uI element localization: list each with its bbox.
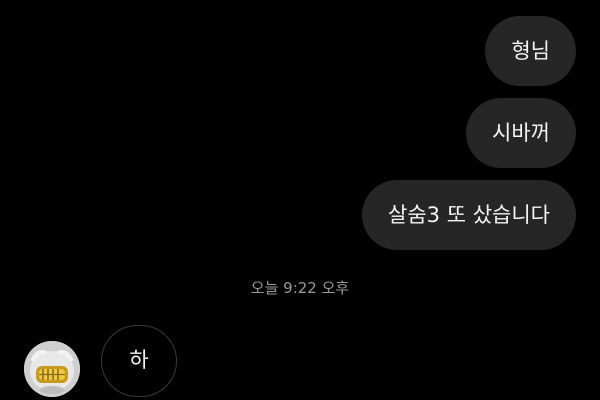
profile-avatar-icon <box>24 341 80 397</box>
outgoing-message[interactable]: 형님 <box>485 16 576 86</box>
message-timestamp: 오늘 9:22 오후 <box>250 279 350 297</box>
outgoing-message[interactable]: 살숨3 또 샀습니다 <box>362 180 576 250</box>
sender-avatar[interactable] <box>24 341 80 397</box>
incoming-message[interactable]: 하 <box>101 325 177 397</box>
chat-thread: 형님 시바꺼 살숨3 또 샀습니다 오늘 9:22 오후 하 <box>0 0 600 400</box>
outgoing-message[interactable]: 시바꺼 <box>466 98 576 168</box>
